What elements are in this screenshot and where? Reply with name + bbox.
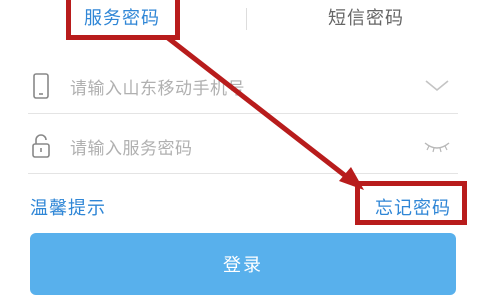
tab-sms-password[interactable]: 短信密码	[328, 6, 404, 32]
annotation-highlight-forgot	[355, 181, 467, 225]
lock-icon	[32, 134, 50, 158]
annotation-highlight-tab	[66, 0, 180, 40]
tips-link[interactable]: 温馨提示	[30, 194, 106, 220]
password-field[interactable]: 请输入服务密码	[28, 118, 458, 174]
login-button[interactable]: 登录	[30, 233, 456, 295]
chevron-down-icon[interactable]	[422, 76, 452, 96]
password-input-placeholder: 请输入服务密码	[70, 139, 193, 159]
password-field-underline	[28, 173, 458, 174]
phone-input-placeholder: 请输入山东移动手机号	[70, 79, 245, 99]
phone-field[interactable]: 请输入山东移动手机号	[28, 58, 458, 114]
tab-divider	[246, 8, 247, 30]
mobile-phone-icon	[33, 73, 49, 99]
login-screen: 服务密码 短信密码 请输入山东移动手机号 请输入服务密码 温馨提示 忘记密码 登…	[0, 0, 480, 300]
eye-closed-icon[interactable]	[422, 136, 452, 156]
phone-field-underline	[28, 113, 458, 114]
